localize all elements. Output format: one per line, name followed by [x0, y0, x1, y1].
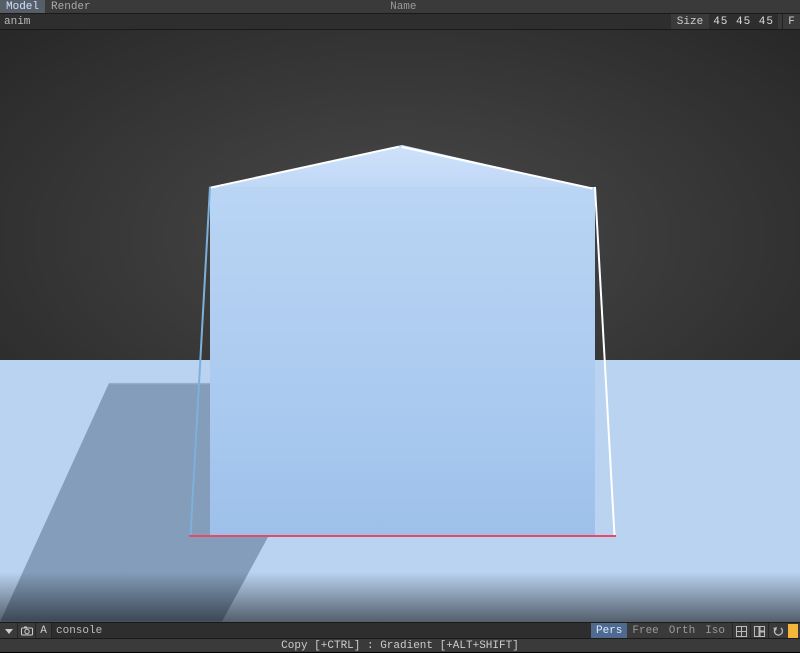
cube-face-top	[192, 145, 612, 189]
status-bar: Copy [+CTRL] : Gradient [+ALT+SHIFT]	[0, 638, 800, 652]
viewport-3d[interactable]	[0, 30, 800, 622]
vignette	[0, 572, 800, 622]
cube-edge-selected	[189, 535, 616, 537]
tab-model[interactable]: Model	[0, 0, 45, 13]
top-tab-bar: Model Render Name	[0, 0, 800, 14]
camera-icon[interactable]	[18, 623, 36, 639]
view-orth[interactable]: Orth	[664, 623, 700, 638]
view-free[interactable]: Free	[627, 623, 663, 638]
cube-face-front	[210, 187, 595, 537]
cube-mesh[interactable]	[192, 145, 612, 537]
a-button[interactable]: A	[36, 623, 52, 639]
cube-edge	[189, 187, 210, 537]
view-pers[interactable]: Pers	[591, 623, 627, 638]
view-iso[interactable]: Iso	[700, 623, 730, 638]
name-label: Name	[97, 0, 710, 13]
anim-field[interactable]: anim	[0, 14, 671, 29]
size-values[interactable]: 45 45 45	[709, 14, 778, 29]
size-label: Size	[671, 16, 709, 28]
tab-render[interactable]: Render	[45, 0, 97, 13]
top-toolbar: anim Size 45 45 45 F	[0, 14, 800, 30]
status-hint: Copy [+CTRL] : Gradient [+ALT+SHIFT]	[281, 640, 519, 652]
split-icon[interactable]	[750, 623, 768, 639]
dropdown-icon[interactable]	[0, 623, 18, 639]
console-input[interactable]: console	[52, 623, 591, 638]
f-button[interactable]: F	[782, 14, 800, 29]
undo-icon[interactable]	[768, 623, 786, 639]
view-mode-group: Pers Free Orth Iso	[591, 623, 730, 638]
cube-edge	[594, 187, 615, 537]
swatch-icon[interactable]	[786, 623, 800, 639]
bottom-toolbar: A console Pers Free Orth Iso	[0, 622, 800, 638]
grid-icon[interactable]	[732, 623, 750, 639]
